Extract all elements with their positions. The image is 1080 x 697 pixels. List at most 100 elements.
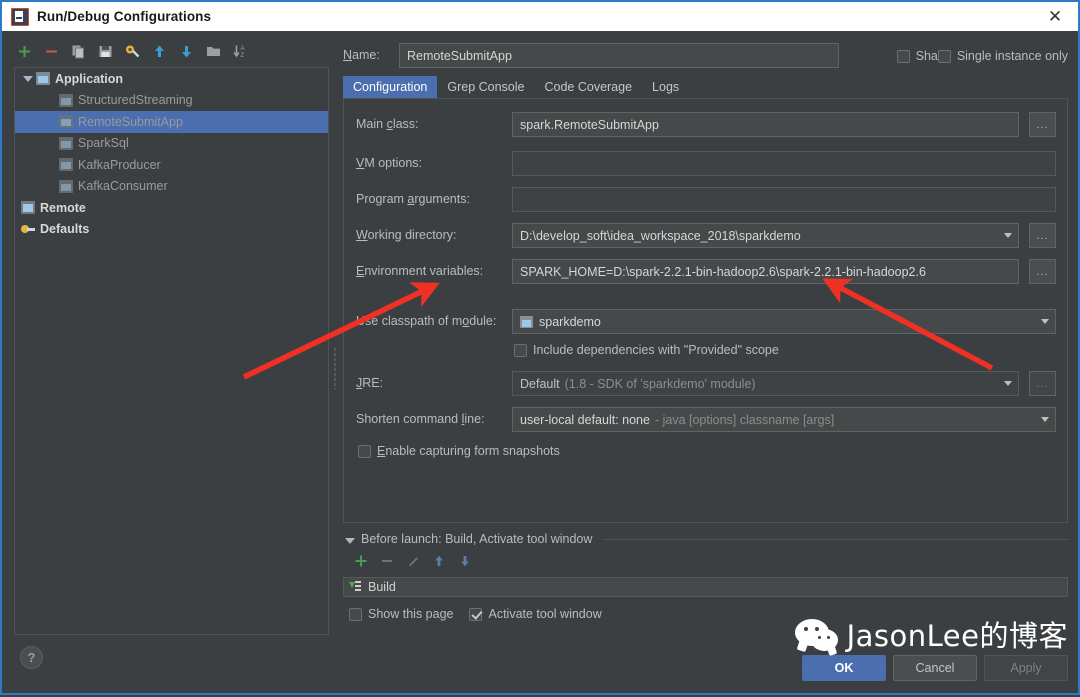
tab-logs[interactable]: Logs (642, 76, 689, 98)
cancel-button[interactable]: Cancel (893, 655, 977, 681)
chevron-down-icon[interactable] (1034, 408, 1055, 431)
add-configuration-button[interactable] (16, 43, 33, 60)
close-icon[interactable]: ✕ (1032, 2, 1078, 31)
name-row: Name: RemoteSubmitApp Share Single insta… (343, 43, 1068, 69)
chevron-down-icon[interactable] (997, 372, 1018, 395)
activate-tool-window-checkbox-box[interactable] (469, 608, 482, 621)
tree-item-label: StructuredStreaming (78, 93, 193, 107)
main-class-input[interactable]: spark.RemoteSubmitApp (512, 112, 1019, 137)
name-input[interactable]: RemoteSubmitApp (399, 43, 839, 68)
tab-grep-console[interactable]: Grep Console (437, 76, 534, 98)
help-button[interactable]: ? (20, 646, 43, 669)
use-classpath-row: Use classpath of module: sparkdemo (344, 309, 1067, 335)
working-directory-browse-button[interactable]: ... (1029, 223, 1056, 248)
tree-item-label: Remote (40, 201, 86, 215)
single-instance-label: Single instance only (957, 49, 1068, 63)
class-icon (59, 158, 73, 171)
before-launch-label: Before launch: Build, Activate tool wind… (361, 532, 592, 546)
program-arguments-input[interactable] (512, 187, 1056, 212)
defaults-icon (21, 223, 35, 236)
use-classpath-combo[interactable]: sparkdemo (512, 309, 1056, 334)
chevron-down-icon[interactable] (997, 224, 1018, 247)
folder-icon[interactable] (205, 43, 222, 60)
environment-variables-row: Environment variables: SPARK_HOME=D:\spa… (344, 259, 1067, 285)
ok-button[interactable]: OK (802, 655, 886, 681)
add-task-button[interactable] (354, 554, 368, 568)
class-icon (59, 137, 73, 150)
configurations-tree[interactable]: Application StructuredStreaming RemoteSu… (14, 67, 329, 635)
tree-item-label: KafkaProducer (78, 158, 161, 172)
jre-value-hint: (1.8 - SDK of 'sparkdemo' module) (565, 377, 756, 391)
remote-icon (21, 201, 35, 214)
include-provided-checkbox-box[interactable] (514, 344, 527, 357)
configuration-editor-panel: Name: RemoteSubmitApp Share Single insta… (338, 31, 1076, 691)
use-classpath-value: sparkdemo (539, 315, 601, 329)
wrench-icon[interactable] (124, 43, 141, 60)
shorten-command-line-label: Shorten command line: (356, 412, 485, 426)
intellij-idea-icon (11, 8, 29, 26)
task-move-down-button (458, 554, 472, 568)
working-directory-value: D:\develop_soft\idea_workspace_2018\spar… (520, 229, 801, 243)
arrow-up-icon[interactable] (151, 43, 168, 60)
tab-configuration[interactable]: Configuration (343, 76, 437, 98)
tree-item-remotesubmitapp[interactable]: RemoteSubmitApp (15, 111, 328, 133)
include-provided-checkbox[interactable]: Include dependencies with "Provided" sco… (514, 343, 779, 357)
remove-configuration-button[interactable] (43, 43, 60, 60)
jre-browse-button[interactable]: ... (1029, 371, 1056, 396)
vm-options-input[interactable] (512, 151, 1056, 176)
enable-snapshots-checkbox-box[interactable] (358, 445, 371, 458)
apply-button[interactable]: Apply (984, 655, 1068, 681)
tree-item-defaults[interactable]: Defaults (15, 219, 328, 241)
editor-tabs: Configuration Grep Console Code Coverage… (343, 75, 1068, 98)
sort-az-icon[interactable]: A Z (232, 43, 249, 60)
main-class-row: Main class: spark.RemoteSubmitApp ... (344, 112, 1067, 138)
working-directory-input[interactable]: D:\develop_soft\idea_workspace_2018\spar… (512, 223, 1019, 248)
tree-item-label: SparkSql (78, 136, 129, 150)
tab-code-coverage[interactable]: Code Coverage (534, 76, 642, 98)
enable-snapshots-checkbox[interactable]: Enable capturing form snapshots (358, 444, 560, 458)
before-launch-header[interactable]: Before launch: Build, Activate tool wind… (343, 531, 1068, 547)
chevron-down-icon[interactable] (343, 534, 354, 545)
shorten-command-line-combo[interactable]: user-local default: none - java [options… (512, 407, 1056, 432)
environment-variables-input[interactable]: SPARK_HOME=D:\spark-2.2.1-bin-hadoop2.6\… (512, 259, 1019, 284)
class-icon (59, 94, 73, 107)
chevron-down-icon[interactable] (21, 72, 34, 85)
include-provided-label: Include dependencies with "Provided" sco… (533, 343, 779, 357)
single-instance-only-checkbox[interactable]: Single instance only (938, 49, 1068, 63)
chevron-down-icon[interactable] (1034, 310, 1055, 333)
main-class-label: Main class: (356, 117, 419, 131)
before-launch-toolbar (354, 554, 472, 568)
activate-tool-window-label: Activate tool window (488, 607, 601, 621)
tree-item-label: RemoteSubmitApp (78, 115, 183, 129)
configuration-tab-panel: Main class: spark.RemoteSubmitApp ... VM… (343, 98, 1068, 523)
tree-item-structuredstreaming[interactable]: StructuredStreaming (15, 90, 328, 112)
build-icon (349, 581, 362, 594)
tree-item-label: Application (55, 72, 123, 86)
tree-item-sparksql[interactable]: SparkSql (15, 133, 328, 155)
tree-item-application[interactable]: Application (15, 68, 328, 90)
remove-task-button (380, 554, 394, 568)
environment-variables-label: Environment variables: (356, 264, 483, 278)
jre-row: JRE: Default (1.8 - SDK of 'sparkdemo' m… (344, 371, 1067, 397)
configurations-toolbar: A Z (4, 38, 334, 64)
single-instance-checkbox-box[interactable] (938, 50, 951, 63)
before-launch-task-build[interactable]: Build (343, 577, 1068, 597)
program-arguments-label: Program arguments: (356, 192, 470, 206)
vm-options-row: VM options: (344, 151, 1067, 177)
jre-combo[interactable]: Default (1.8 - SDK of 'sparkdemo' module… (512, 371, 1019, 396)
show-this-page-checkbox-box[interactable] (349, 608, 362, 621)
tree-item-kafkaproducer[interactable]: KafkaProducer (15, 154, 328, 176)
main-class-browse-button[interactable]: ... (1029, 112, 1056, 137)
arrow-down-icon[interactable] (178, 43, 195, 60)
show-this-page-checkbox[interactable]: Show this page (349, 607, 453, 621)
tree-item-label: Defaults (40, 222, 89, 236)
module-icon (520, 316, 533, 328)
copy-icon[interactable] (70, 43, 87, 60)
activate-tool-window-checkbox[interactable]: Activate tool window (469, 607, 601, 621)
tree-item-remote[interactable]: Remote (15, 197, 328, 219)
environment-variables-browse-button[interactable]: ... (1029, 259, 1056, 284)
tree-item-kafkaconsumer[interactable]: KafkaConsumer (15, 176, 328, 198)
save-icon[interactable] (97, 43, 114, 60)
share-checkbox-box[interactable] (897, 50, 910, 63)
splitter-handle[interactable] (334, 347, 336, 389)
